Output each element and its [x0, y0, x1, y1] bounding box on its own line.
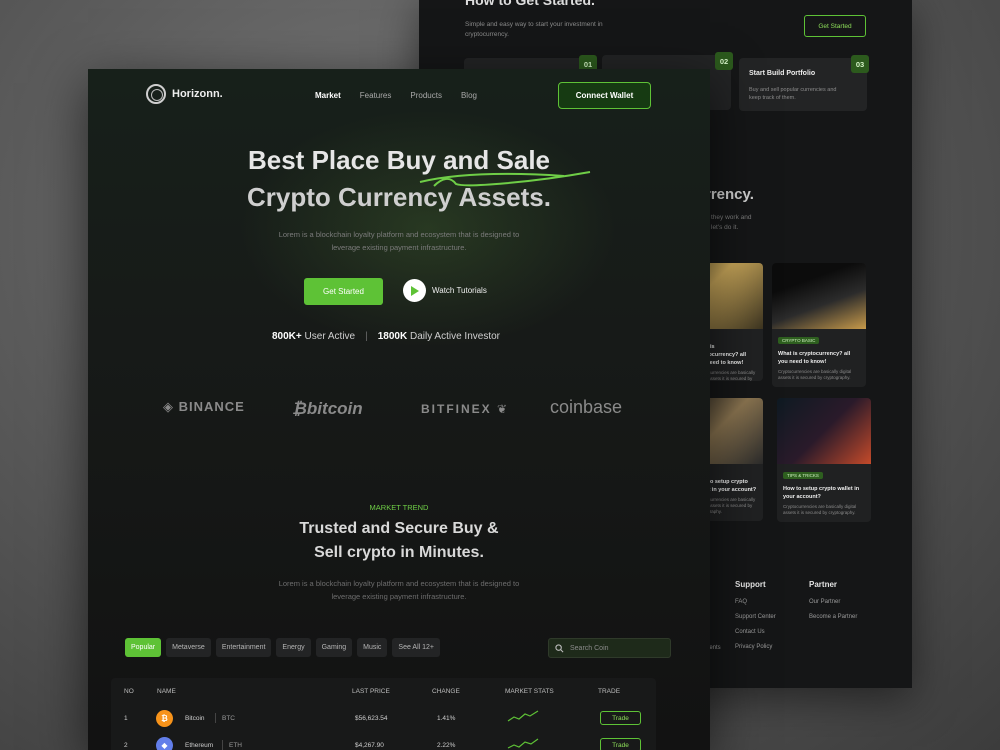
hero-title-line1: Best Place Buy and Sale [247, 145, 551, 175]
stat-investors: 1800K Daily Active Investor [377, 331, 501, 342]
nav-products[interactable]: Products [410, 91, 442, 100]
get-started-subtitle: Simple and easy way to start your invest… [465, 21, 603, 38]
coin-name: Ethereum [185, 742, 214, 749]
stat-divider: | [365, 331, 368, 342]
footer-link[interactable]: FAQ [735, 599, 776, 605]
footer-link[interactable]: Contact Us [735, 629, 776, 635]
category-tabs: Popular Metaverse Entertainment Energy G… [125, 638, 441, 657]
step-number: 03 [851, 55, 869, 73]
divider [215, 713, 216, 723]
row-no: 1 [124, 715, 128, 722]
blog-card[interactable]: CRYPTO BASIC What is cryptocurrency? all… [772, 263, 866, 387]
main-nav: Market Features Products Blog [315, 91, 477, 100]
col-last-price: LAST PRICE [352, 688, 390, 695]
tab-see-all[interactable]: See All 12+ [392, 638, 441, 657]
tab-music[interactable]: Music [357, 638, 388, 657]
trend-subtitle: Lorem is a blockchain loyalty platform a… [278, 579, 520, 601]
col-name: NAME [157, 688, 176, 695]
nav-market[interactable]: Market [315, 91, 341, 100]
market-trend-label: MARKET TREND [369, 503, 429, 512]
col-no: NO [124, 688, 134, 695]
col-market-stats: MARKET STATS [505, 688, 554, 695]
brand-binance: ◈ BINANCE [163, 399, 245, 414]
search-icon [555, 643, 564, 652]
hero-title-line2: Crypto Currency Assets. [247, 182, 551, 212]
stat-users: 800K+ User Active [272, 331, 356, 342]
trend-title-line2: Sell crypto in Minutes. [314, 544, 484, 561]
search-coin-input[interactable]: Search Coin [548, 638, 671, 658]
col-trade: TRADE [598, 688, 621, 695]
coin-symbol: ETH [229, 742, 242, 749]
sparkline-icon [507, 738, 539, 749]
trade-button[interactable]: Trade [600, 711, 641, 725]
footer-support: Support FAQ Support Center Contact Us Pr… [735, 580, 776, 659]
nav-blog[interactable]: Blog [461, 91, 477, 100]
get-started-title: How to Get Started. [465, 0, 595, 8]
footer-partner: Partner Our Partner Become a Partner [809, 580, 857, 629]
hero-subtitle: Lorem is a blockchain loyalty platform a… [278, 230, 520, 252]
tab-popular[interactable]: Popular [125, 638, 162, 657]
card-title: What is cryptocurrency? all you need to … [778, 351, 851, 365]
tab-gaming[interactable]: Gaming [315, 638, 353, 657]
coin-name: Bitcoin [185, 715, 205, 722]
footer-heading: Support [735, 580, 766, 589]
watch-tutorials-button[interactable]: Watch Tutorials [403, 279, 487, 302]
back-get-started-button[interactable]: Get Started [804, 15, 866, 37]
brand-bitfinex: BITFINEX ❦ [421, 402, 510, 416]
card-title: How to setup crypto wallet in your accou… [783, 486, 860, 500]
market-table: NO NAME LAST PRICE CHANGE MARKET STATS T… [111, 678, 656, 750]
footer-link[interactable]: Support Center [735, 614, 776, 620]
coin-change: 2.22% [437, 742, 456, 749]
card-tag: CRYPTO BASIC [778, 337, 820, 344]
logo[interactable]: Horizonn. [146, 84, 223, 104]
get-started-button[interactable]: Get Started [304, 278, 383, 305]
row-no: 2 [124, 742, 128, 749]
brand-coinbase: coinbase [550, 397, 623, 417]
coin-symbol: BTC [222, 715, 235, 722]
footer-link[interactable]: Privacy Policy [735, 644, 776, 650]
divider [222, 740, 223, 750]
footer-link[interactable]: Become a Partner [809, 614, 857, 620]
trend-title-line1: Trusted and Secure Buy & [299, 520, 499, 537]
bitcoin-icon: ₿ [156, 710, 173, 727]
col-change: CHANGE [432, 688, 460, 695]
footer-heading: Partner [809, 580, 838, 589]
coin-price: $4,267.90 [355, 742, 384, 749]
play-icon [403, 279, 426, 302]
hero-stats: 800K+ User Active | 1800K Daily Active I… [272, 331, 500, 342]
footer-link[interactable]: Our Partner [809, 599, 857, 605]
trade-button[interactable]: Trade [600, 738, 641, 750]
coin-price: $56,623.54 [355, 715, 388, 722]
blog-section-title: rrency. [705, 186, 754, 203]
tab-energy[interactable]: Energy [276, 638, 311, 657]
logo-icon [146, 84, 166, 104]
connect-wallet-button[interactable]: Connect Wallet [558, 82, 651, 109]
step-number: 02 [715, 52, 733, 70]
card-desc: Cryptocurrencies are basically digital a… [778, 369, 852, 380]
step-title: Start Build Portfolio [749, 70, 816, 77]
step-card-3: 03 Start Build Portfolio Buy and sell po… [739, 55, 869, 111]
tab-entertainment[interactable]: Entertainment [215, 638, 272, 657]
watch-label: Watch Tutorials [432, 286, 487, 295]
logo-text: Horizonn. [172, 88, 223, 100]
brand-bitcoin: ₿bitcoin [292, 399, 363, 418]
step-desc: Buy and sell popular currencies and keep… [749, 87, 837, 101]
front-page: Horizonn. Market Features Products Blog … [88, 69, 710, 750]
coin-change: 1.41% [437, 715, 456, 722]
card-desc: Cryptocurrencies are basically digital a… [783, 504, 857, 515]
card-tag: TIPS & TRICKS [783, 472, 823, 479]
tab-metaverse[interactable]: Metaverse [166, 638, 211, 657]
blog-card[interactable]: TIPS & TRICKS How to setup crypto wallet… [777, 398, 871, 522]
sparkline-icon [507, 710, 539, 722]
blog-section-sub: they work and let's do it. [711, 214, 752, 231]
card-image [777, 398, 871, 464]
search-placeholder: Search Coin [570, 644, 609, 652]
card-image [772, 263, 866, 329]
ethereum-icon: ◆ [156, 737, 173, 750]
nav-features[interactable]: Features [360, 91, 392, 100]
